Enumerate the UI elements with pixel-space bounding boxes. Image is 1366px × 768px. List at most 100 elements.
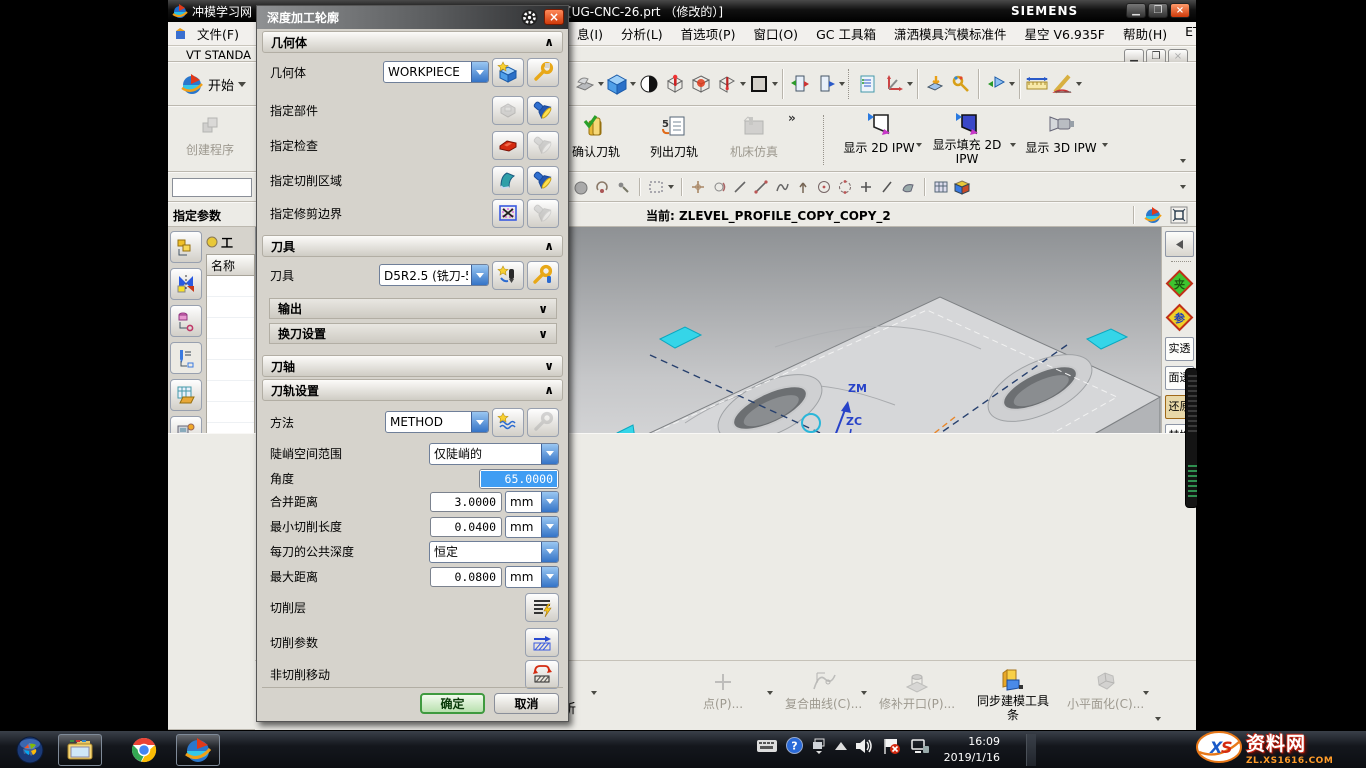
specify-cut-area-geometry-button[interactable] [492,166,524,195]
analysis-caret-icon[interactable] [591,691,597,695]
fit-view-icon[interactable] [1170,206,1188,224]
angle-input[interactable]: 65.0000 [479,469,559,489]
selection-filter-input[interactable] [172,178,252,197]
csys-icon[interactable] [881,71,907,97]
resource-tab-tool-icon[interactable] [170,342,202,374]
taskbar-chrome-button[interactable] [122,734,166,766]
window-restore-button[interactable]: ❐ [1148,3,1168,18]
pane-left-icon[interactable] [787,71,813,97]
menu-xingkong[interactable]: 星空 V6.935F [1015,24,1114,43]
cut-levels-button[interactable] [525,593,559,622]
tool-section-header[interactable]: 刀具 ∧ [262,235,563,257]
merge-unit-select[interactable]: mm [505,491,559,513]
path-settings-collapse-icon[interactable]: ∧ [544,383,554,397]
menu-help[interactable]: 帮助(H) [1114,24,1176,43]
verify-toolpath-button[interactable]: 确认刀轨 [572,113,620,160]
flat-view-icon[interactable] [746,71,772,97]
marquee-select-icon[interactable] [647,178,665,196]
rotate-handle-icon[interactable] [710,178,728,196]
steep-scope-select[interactable]: 仅陡峭的 [429,443,559,465]
menu-et2008[interactable]: ET2008 [1176,24,1241,43]
common-depth-select[interactable]: 恒定 [429,541,559,563]
tool-select[interactable]: D5R2.5 (铣刀-5 [379,264,489,286]
sync-modeling-button[interactable]: 同步建模工具 条 [977,667,1049,721]
clamshell-view-icon[interactable] [572,71,598,97]
csys-caret-icon[interactable] [907,82,913,86]
specify-check-geometry-button[interactable] [492,131,524,160]
menu-analysis[interactable]: 分析(L) [612,24,672,43]
rightbar-collapse-button[interactable] [1165,231,1194,257]
menu-mold-standard[interactable]: 潇洒模具汽模标准件 [885,24,1016,43]
snap-handle-icon[interactable] [614,178,632,196]
edit-geometry-button[interactable] [527,58,559,87]
grid-table-icon[interactable] [932,178,950,196]
pane-right-icon[interactable] [813,71,839,97]
touch-select-icon[interactable] [922,71,948,97]
param-diamond-button[interactable]: 参 [1165,303,1194,332]
circle-dashed-icon[interactable] [836,178,854,196]
clamp-diamond-button[interactable]: 夹 [1165,269,1194,298]
geometry-collapse-icon[interactable]: ∧ [544,35,554,49]
move-handle-icon[interactable] [689,178,707,196]
measure-caret-icon[interactable] [1076,82,1082,86]
halfshade-sphere-icon[interactable] [636,71,662,97]
tray-help-icon[interactable]: ? [786,737,803,754]
protractor-icon[interactable] [1050,71,1076,97]
dialog-title-bar[interactable]: 深度加工轮廓 × [257,6,568,29]
taskbar-clock[interactable]: 16:09 2019/1/16 [944,734,1000,766]
rotate-point-icon[interactable] [593,178,611,196]
path-settings-section-header[interactable]: 刀轨设置 ∧ [262,379,563,401]
min-cut-unit-select[interactable]: mm [505,516,559,538]
toolbar2-options-caret-icon[interactable] [1180,159,1186,163]
bottombar-options-caret-icon[interactable] [1155,717,1161,721]
patch-opening-button[interactable]: 修补开口(P)... [879,669,955,712]
specify-trim-boundary-button[interactable] [492,199,524,228]
curve-caret-icon[interactable] [861,691,867,695]
viewport-scroll-thumb[interactable] [1185,368,1198,508]
select-check-button[interactable] [527,131,559,160]
specify-part-geometry-button[interactable] [492,96,524,125]
taskbar-explorer-button[interactable] [58,734,102,766]
shaded-cube-icon[interactable] [604,71,630,97]
start-button[interactable] [8,734,52,766]
line-tool-icon[interactable] [731,178,749,196]
select-trim-button[interactable] [527,199,559,228]
face-select-icon[interactable] [899,178,917,196]
window-minimize-button[interactable]: ▁ [1126,3,1146,18]
tray-network-icon[interactable] [910,738,930,754]
dialog-options-gear-icon[interactable] [521,9,538,26]
tool-change-expand-icon[interactable]: ∨ [538,327,548,341]
merge-distance-input[interactable]: 3.0000 [430,492,502,512]
select-part-button[interactable] [527,96,559,125]
method-select[interactable]: METHOD [385,411,489,433]
menu-preferences[interactable]: 首选项(P) [672,24,745,43]
resource-tab-sheet-icon[interactable] [170,379,202,411]
tray-volume-icon[interactable] [856,738,874,754]
flatview-caret-icon[interactable] [772,82,778,86]
curve-tool-icon[interactable] [773,178,791,196]
output-subsection[interactable]: 输出 ∨ [269,298,557,319]
plus-point-icon[interactable] [857,178,875,196]
select-cut-area-button[interactable] [527,166,559,195]
resource-tab-machining-icon[interactable] [170,268,202,300]
tray-show-hidden-icon[interactable] [835,742,847,750]
composite-curve-button[interactable]: 复合曲线(C)... [785,669,862,712]
edit-tool-button[interactable] [527,261,559,290]
show-3d-ipw-button[interactable]: 显示 3D IPW [1022,111,1100,156]
new-geometry-button[interactable] [492,58,524,87]
new-method-button[interactable] [492,408,524,437]
max-unit-select[interactable]: mm [505,566,559,588]
min-cut-length-input[interactable]: 0.0400 [430,517,502,537]
datum-pin-icon[interactable] [662,71,688,97]
resource-tab-geometry-icon[interactable] [170,305,202,337]
non-cutting-moves-button[interactable] [525,660,559,689]
menu-window[interactable]: 窗口(O) [744,24,807,43]
circle-center-icon[interactable] [815,178,833,196]
tray-keyboard-icon[interactable] [757,739,777,753]
tray-action-center-icon[interactable] [883,738,901,754]
output-expand-icon[interactable]: ∨ [538,302,548,316]
toolbar-overflow-chevron[interactable]: » [788,111,796,125]
tool-axis-section-header[interactable]: 刀轴 ∨ [262,355,563,377]
ok-button[interactable]: 确定 [420,693,485,714]
edit-method-button[interactable] [527,408,559,437]
